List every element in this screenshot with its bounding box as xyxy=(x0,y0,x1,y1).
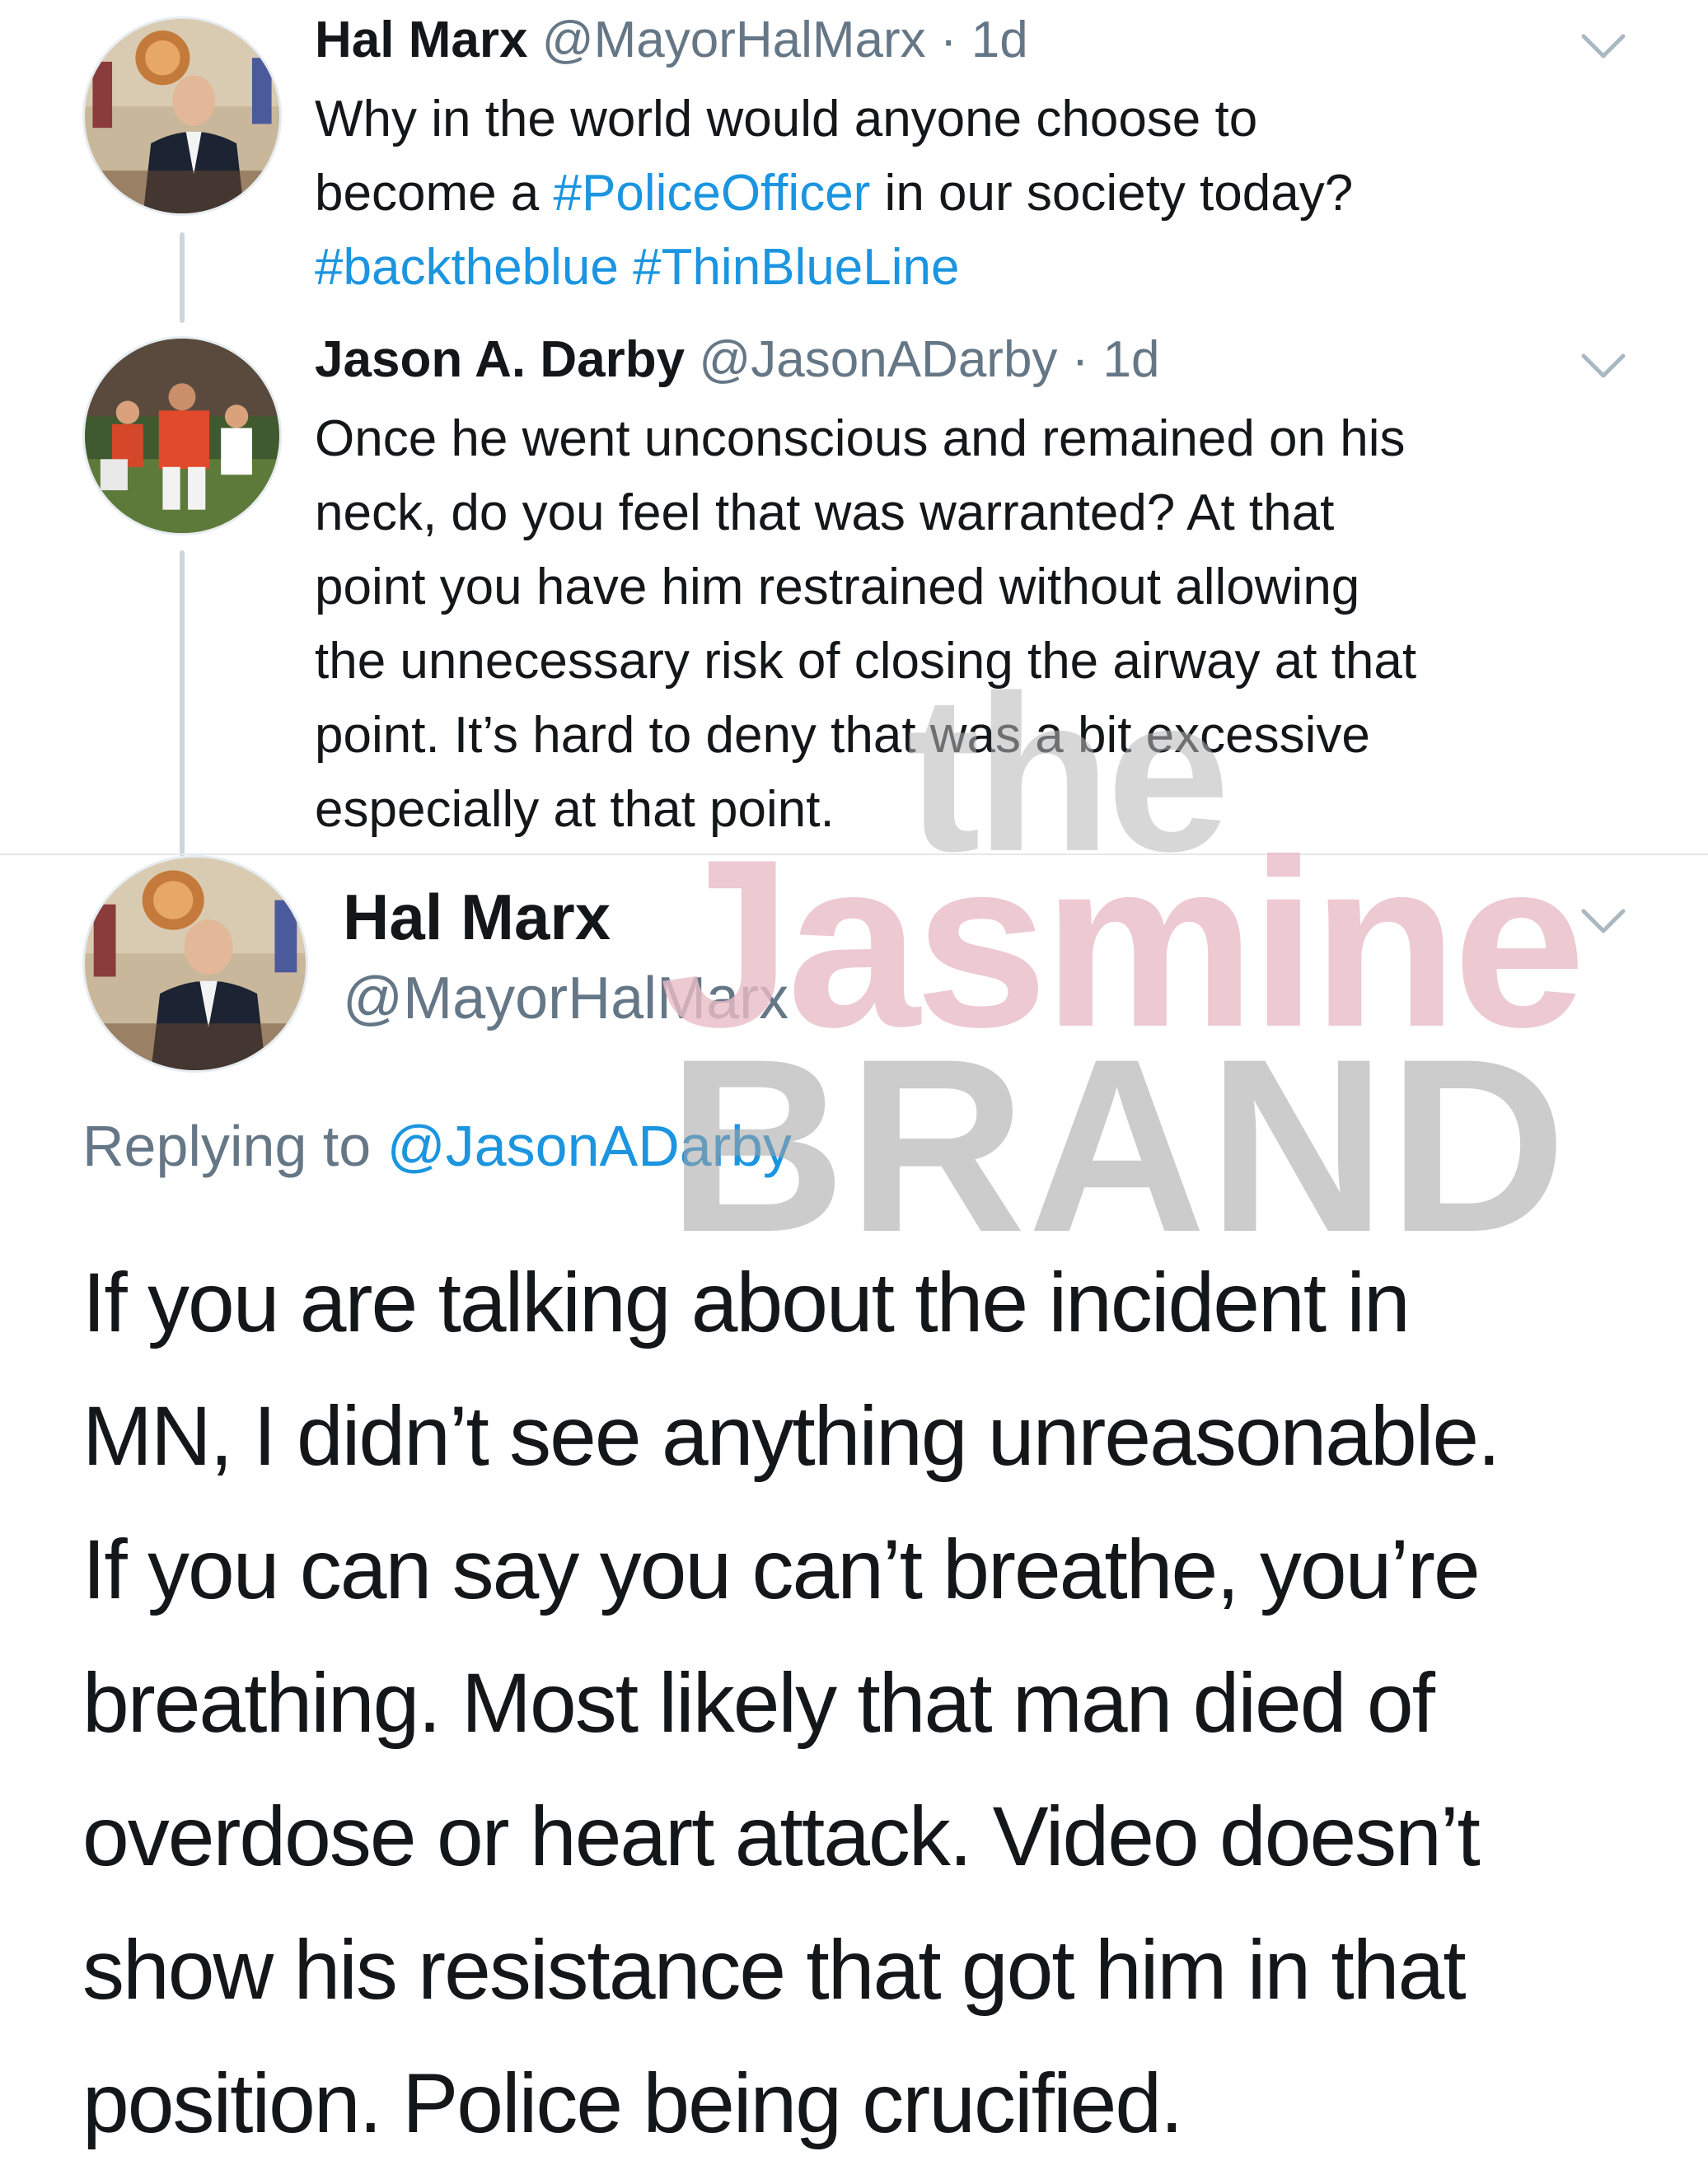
avatar-hal-marx-icon xyxy=(85,858,306,1070)
mention-link[interactable]: @JasonADarby xyxy=(387,1114,792,1178)
thread-line xyxy=(180,550,185,857)
tweet-line: become a #PoliceOfficer in our society t… xyxy=(315,157,1666,231)
tweet-line: If you can say you can’t breathe, you’re xyxy=(82,1522,1481,1616)
tweet-line: neck, do you feel that was warranted? At… xyxy=(315,484,1335,541)
thread-line xyxy=(180,232,185,323)
tweet-line: point you have him restrained without al… xyxy=(315,559,1360,615)
tweet-line: If you are talking about the incident in xyxy=(82,1256,1411,1349)
tweet-text-span: in our society today? xyxy=(870,165,1354,222)
main-tweet-text: If you are talking about the incident in… xyxy=(82,1236,1681,2170)
author-handle[interactable]: @JasonADarby xyxy=(699,331,1057,388)
tweet-time[interactable]: · 1d xyxy=(1072,331,1160,388)
author-handle[interactable]: @MayorHalMarx xyxy=(343,969,788,1028)
avatar[interactable] xyxy=(82,16,282,216)
tweet-text-span: become a xyxy=(315,165,554,222)
watermark-jasmine: Jasmine xyxy=(659,810,1586,1077)
author-name[interactable]: Hal Marx xyxy=(315,12,527,68)
avatar[interactable] xyxy=(82,855,308,1073)
divider xyxy=(0,854,1708,855)
author-handle[interactable]: @MayorHalMarx xyxy=(542,12,926,68)
hashtag-link[interactable]: #backtheblue xyxy=(315,239,619,296)
tweet-line: Once he went unconscious and remained on… xyxy=(315,410,1406,467)
chevron-down-icon[interactable] xyxy=(1579,905,1628,938)
tweet-line: #backtheblue #ThinBlueLine xyxy=(315,231,1666,305)
tweet-line: MN, I didn’t see anything unreasonable. xyxy=(82,1389,1500,1483)
tweet-time[interactable]: · 1d xyxy=(940,12,1028,68)
avatar-hal-marx-icon xyxy=(85,19,279,213)
author-name[interactable]: Hal Marx xyxy=(343,885,611,949)
replying-to: Replying to @JasonADarby xyxy=(82,1117,792,1175)
tweet-line: breathing. Most likely that man died of xyxy=(82,1656,1435,1750)
author-name[interactable]: Jason A. Darby xyxy=(315,331,685,388)
tweet-text: Why in the world would anyone choose to … xyxy=(315,82,1666,305)
avatar-jason-darby-icon xyxy=(85,339,279,533)
chevron-down-icon[interactable] xyxy=(1579,349,1628,382)
tweet-line: overdose or heart attack. Video doesn’t xyxy=(82,1789,1481,1883)
watermark-brand: BRAND xyxy=(667,1007,1569,1284)
tweet-line: the unnecessary risk of closing the airw… xyxy=(315,633,1417,690)
hashtag-link[interactable]: #PoliceOfficer xyxy=(554,165,871,222)
hashtag-link[interactable]: #ThinBlueLine xyxy=(633,239,959,296)
avatar[interactable] xyxy=(82,336,282,535)
tweet-line: show his resistance that got him in that xyxy=(82,1923,1467,2017)
tweet-line: point. It’s hard to deny that was a bit … xyxy=(315,707,1370,764)
tweet-header: Hal Marx @MayorHalMarx · 1d xyxy=(315,15,1028,66)
tweet-line: Why in the world would anyone choose to xyxy=(315,91,1258,147)
tweet-header: Jason A. Darby @JasonADarby · 1d xyxy=(315,334,1160,386)
replying-label: Replying to xyxy=(82,1114,372,1178)
tweet-text: Once he went unconscious and remained on… xyxy=(315,402,1682,847)
chevron-down-icon[interactable] xyxy=(1579,30,1628,63)
tweet-line: especially at that point. xyxy=(315,781,835,838)
tweet-line: position. Police being crucified. xyxy=(82,2056,1183,2150)
